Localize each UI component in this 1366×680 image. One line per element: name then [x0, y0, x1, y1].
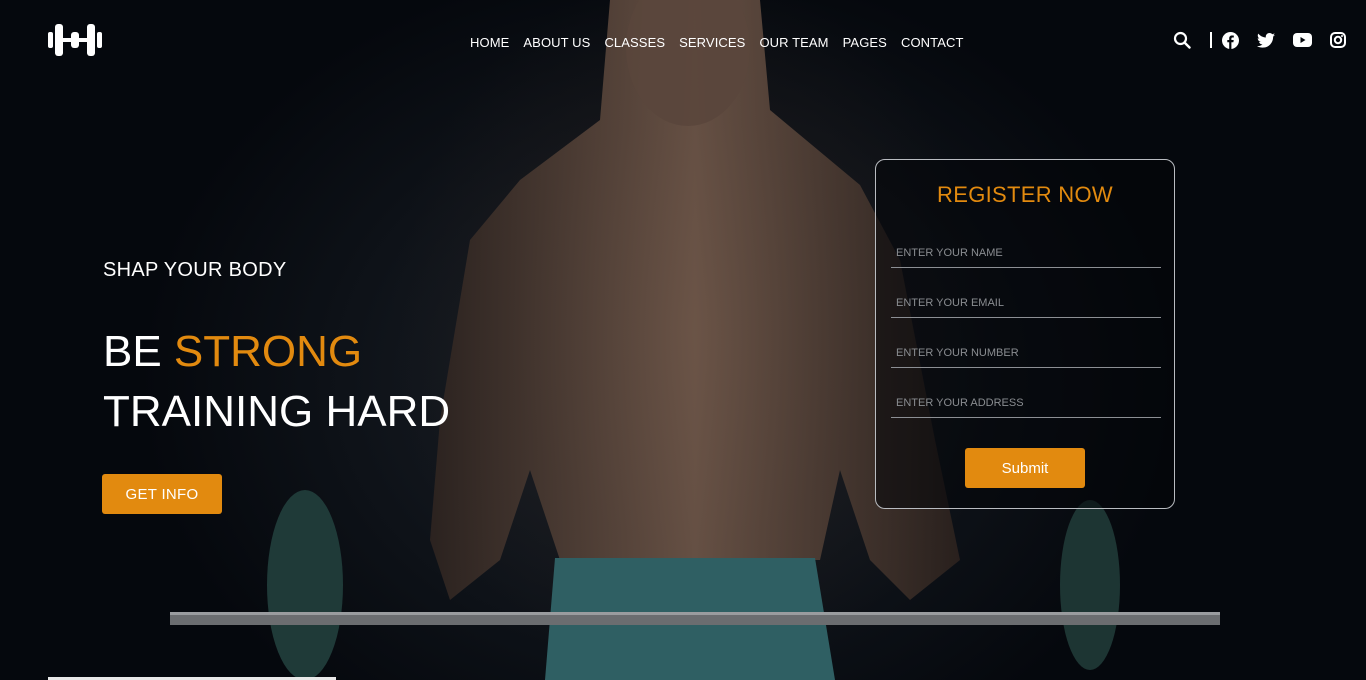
hero-subtitle: SHAP YOUR BODY: [103, 259, 287, 281]
hero-title-accent: STRONG: [173, 327, 363, 376]
social-links: [1220, 30, 1348, 50]
dumbbell-icon: [48, 24, 102, 56]
nav-classes[interactable]: CLASSES: [604, 35, 665, 50]
nav-our-team[interactable]: OUR TEAM: [759, 35, 828, 50]
nav-pages[interactable]: PAGES: [843, 35, 887, 50]
nav-about-us[interactable]: ABOUT US: [523, 35, 590, 50]
nav-services[interactable]: SERVICES: [679, 35, 745, 50]
nav-home[interactable]: HOME: [470, 35, 509, 50]
hero-title: BE STRONG TRAINING HARD: [103, 322, 450, 442]
number-field[interactable]: [891, 338, 1161, 368]
register-form: REGISTER NOW Submit: [875, 159, 1175, 509]
submit-button[interactable]: Submit: [965, 448, 1085, 488]
logo[interactable]: [48, 20, 102, 60]
get-info-button[interactable]: GET INFO: [102, 474, 222, 514]
header-divider: [1210, 32, 1212, 48]
email-field[interactable]: [891, 288, 1161, 318]
search-icon[interactable]: [1172, 30, 1192, 50]
hero-title-prefix: BE: [103, 327, 174, 376]
main-nav: HOME ABOUT US CLASSES SERVICES OUR TEAM …: [470, 35, 964, 50]
register-title: REGISTER NOW: [937, 182, 1113, 207]
hero-title-line2: TRAINING HARD: [103, 387, 451, 436]
address-field[interactable]: [891, 388, 1161, 418]
facebook-icon[interactable]: [1220, 30, 1240, 50]
youtube-icon[interactable]: [1292, 30, 1312, 50]
header-icons: [1172, 30, 1348, 50]
name-field[interactable]: [891, 238, 1161, 268]
twitter-icon[interactable]: [1256, 30, 1276, 50]
nav-contact[interactable]: CONTACT: [901, 35, 964, 50]
instagram-icon[interactable]: [1328, 30, 1348, 50]
